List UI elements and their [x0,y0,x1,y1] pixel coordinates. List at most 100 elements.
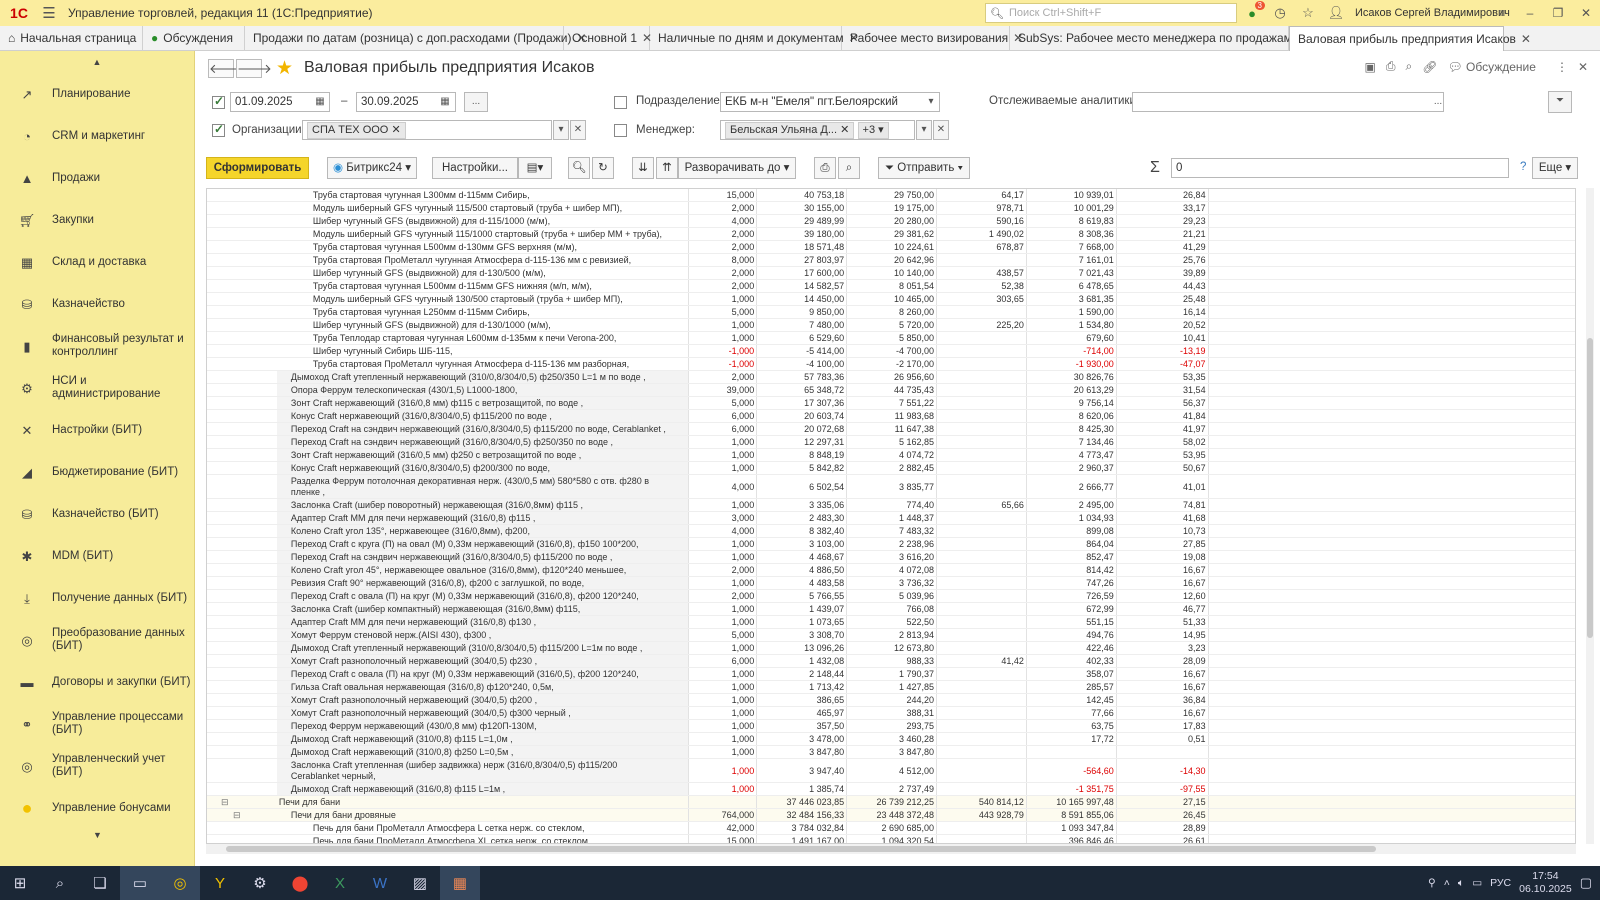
table-row[interactable]: Переход Craft с овала (П) на круг (М) 0,… [207,589,1575,603]
table-row[interactable]: Зонт Craft нержавеющий (316/0,5 мм) ф250… [207,448,1575,462]
taskbar-computer-icon[interactable]: ▭ [120,866,160,900]
settings-button[interactable]: Настройки... [432,157,518,179]
table-row[interactable]: Шибер чугунный Сибирь ШБ-115, -1,000 -5 41… [207,344,1575,358]
sidebar-item[interactable]: ◎ Преобразование данных (БИТ) [0,619,194,661]
discuss-button[interactable]: 💬︎ Обсуждение [1447,60,1536,74]
calendar-from-icon[interactable]: ▦ [311,93,329,111]
table-row[interactable]: Конус Craft нержавеющий (316/0,8/304/0,5… [207,461,1575,475]
close-tab-icon[interactable]: ✕ [1521,27,1531,52]
find-next-button[interactable]: ↻ [592,157,614,179]
task-view-icon[interactable]: ❏ [80,866,120,900]
table-row[interactable]: Разделка Феррум потолочная декоративная … [207,474,1575,499]
department-field[interactable]: ЕКБ м-н "Емеля" пгт.Белоярский [720,92,940,112]
organizations-field[interactable]: СПА ТЕХ ООО ✕ [302,120,552,140]
tray-user-icon[interactable]: ⚲ [1428,877,1436,889]
sidebar-item[interactable]: ▲ Продажи [0,157,194,199]
table-row[interactable]: Зонт Craft нержавеющий (316/0,8 мм) ф115… [207,396,1575,410]
organizations-clear-icon[interactable]: ✕ [570,120,586,140]
manager-field[interactable]: Бельская Ульяна Д... ✕ +3 ▾ [720,120,915,140]
sidebar-item[interactable]: ⚙ НСИ и администрирование [0,367,194,409]
table-row[interactable]: Хомут Craft разнополочный нержавеющий (3… [207,693,1575,707]
close-form-icon[interactable]: ✕ [1578,60,1588,74]
manager-more-chip[interactable]: +3 ▾ [857,122,889,139]
row-toggle-cell[interactable]: ⊟ [207,808,277,822]
link-icon[interactable]: 🔗︎ [1422,60,1437,74]
table-row[interactable]: Труба стартовая чугунная L300мм d-115мм … [207,189,1575,202]
tab-sales-by-date[interactable]: Продажи по датам (розница) с доп.расхода… [245,26,587,51]
network-icon[interactable]: ▭ [1472,877,1482,889]
more-menu-icon[interactable]: ⋮ [1556,60,1568,74]
notifications-icon[interactable]: ● 3 [1243,1,1265,22]
taskbar-maps-icon[interactable]: ⬤ [280,866,320,900]
preview-icon[interactable]: ⌕ [1405,59,1412,74]
table-row[interactable]: Труба стартовая ПроМеталл чугунная Атмос… [207,253,1575,267]
table-row[interactable]: Модуль шиберный GFS чугунный 130/500 ста… [207,292,1575,306]
sum-field[interactable]: 0 [1171,158,1509,178]
organizations-checkbox[interactable] [212,122,225,137]
table-row[interactable]: Колено Craft угол 45°, нержавеющее оваль… [207,563,1575,577]
tab-approval-workplace[interactable]: Рабочее место визирования ✕ [842,26,1023,51]
taskbar-word-icon[interactable]: W [360,866,400,900]
department-checkbox[interactable] [614,96,627,109]
tray-chevron-icon[interactable]: ˄ [1444,877,1450,889]
row-toggle-cell[interactable]: ⊟ [207,795,277,809]
table-row[interactable]: Переход Феррум нержавеющий (430/0,8 мм) … [207,719,1575,733]
table-row[interactable]: Шибер чугунный GFS (выдвижной) для d-130… [207,266,1575,280]
expand-to-button[interactable]: Разворачивать до ▾ [678,157,796,179]
filter-icon[interactable]: ⏷ [1548,91,1572,113]
table-row[interactable]: Труба стартовая ПроМеталл чугунная Атмос… [207,357,1575,371]
back-button[interactable]: 🡐 [208,59,244,78]
taskbar-1c-icon[interactable]: ◎ [160,866,200,900]
table-row[interactable]: Конус Craft нержавеющий (316/0,8/304/0,5… [207,409,1575,423]
table-row[interactable]: Труба стартовая чугунная L250мм d-115мм … [207,305,1575,319]
more-button[interactable]: Еще ▾ [1532,157,1578,179]
find-button[interactable]: 🔍︎ [568,157,590,179]
variant-button[interactable]: ▤▾ [518,157,552,179]
tab-main-1[interactable]: Основной 1 ✕ [564,26,652,51]
department-dropdown-icon[interactable]: ▾ [923,93,939,111]
taskbar-search-icon[interactable]: ⌕ [40,866,80,900]
taskbar-app-icon[interactable]: ⚙ [240,866,280,900]
table-row[interactable]: Дымоход Craft утепленный нержавеющий (31… [207,641,1575,655]
preview-report-button[interactable]: ⌕ [838,157,860,179]
organizations-dropdown-icon[interactable]: ▾ [553,120,569,140]
sidebar-item[interactable]: 🛒︎ Закупки [0,199,194,241]
sidebar-item[interactable]: ▮ Финансовый результат и контроллинг [0,325,194,367]
table-row[interactable]: ⊟ Печи для бани 37 446 023,85 26 739 212,25… [207,795,1575,809]
table-row[interactable]: Колено Craft угол 135°, нержавеющее (316… [207,524,1575,538]
taskbar-yandex-icon[interactable]: Y [200,866,240,900]
manager-dropdown-icon[interactable]: ▾ [916,120,932,140]
favorite-star-icon[interactable]: ★ [276,57,293,80]
manager-clear-icon[interactable]: ✕ [933,120,949,140]
table-row[interactable]: Адаптер Craft ММ для печи нержавеющий (3… [207,615,1575,629]
lang-indicator[interactable]: РУС [1490,877,1511,889]
expand-button[interactable]: ⇈ [656,157,678,179]
clock[interactable]: 17:54 06.10.2025 [1519,870,1572,896]
table-row[interactable]: Дымоход Craft нержавеющий (310/0,8) ф115… [207,732,1575,746]
table-row[interactable]: Модуль шиберный GFS чугунный 115/1000 ст… [207,227,1575,241]
tab-subsys-sales-manager[interactable]: SubSys: Рабочее место менеджера по прода… [1010,26,1310,51]
user-name[interactable]: Исаков Сергей Владимирович [1355,0,1510,26]
table-row[interactable]: Шибер чугунный GFS (выдвижной) для d-130… [207,318,1575,332]
sidebar-item[interactable]: ▦ Склад и доставка [0,241,194,283]
period-checkbox[interactable] [212,94,225,109]
collapse-button[interactable]: ⇊ [632,157,654,179]
save-icon[interactable]: ▣ [1365,60,1376,74]
minimize-icon[interactable]: – [1516,0,1544,26]
settings-menu-icon[interactable]: ≡ [1488,0,1516,26]
help-icon[interactable]: ? [1520,161,1526,173]
sidebar-item[interactable]: ◎ Управленческий учет (БИТ) [0,745,194,787]
table-row[interactable]: Печь для бани ПроМеталл Атмосфера XL сет… [207,834,1575,843]
bitrix24-button[interactable]: ◉ Битрикс24 ▾ [327,157,417,179]
sidebar-item[interactable]: ● Управление бонусами [0,787,194,829]
remove-chip-icon[interactable]: ✕ [391,124,400,136]
sidebar-item[interactable]: ⚭ Управление процессами (БИТ) [0,703,194,745]
table-row[interactable]: Переход Craft на сэндвич нержавеющий (31… [207,422,1575,436]
sidebar-item[interactable]: ◢ Бюджетирование (БИТ) [0,451,194,493]
tab-gross-profit[interactable]: Валовая прибыль предприятия Исаков ✕ [1289,26,1531,51]
table-row[interactable]: Печь для бани ПроМеталл Атмосфера L сетк… [207,821,1575,835]
sidebar-item[interactable]: ⛁ Казначейство [0,283,194,325]
favorites-icon[interactable]: ☆ [1299,4,1317,22]
manager-checkbox[interactable] [614,124,627,137]
tab-discussions[interactable]: ● Обсуждения [143,26,245,51]
